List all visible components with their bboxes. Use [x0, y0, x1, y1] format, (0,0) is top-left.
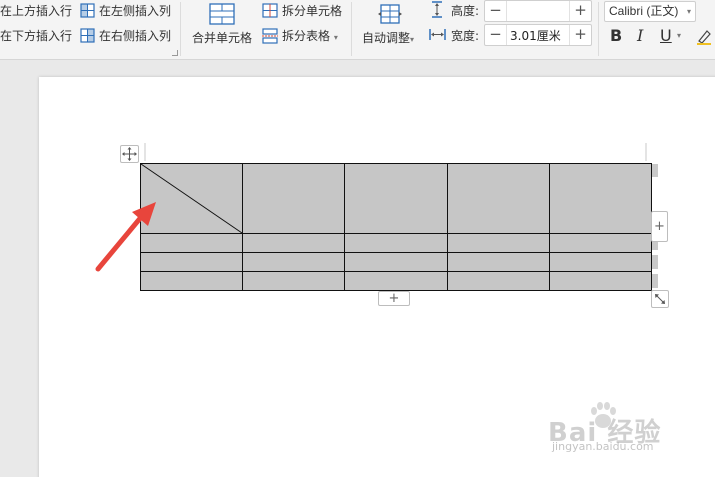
auto-fit-icon [378, 4, 402, 24]
width-label: 宽度: [451, 29, 480, 43]
ribbon-toolbar: 在上方插入行 在下方插入行 在左侧插入列 在右侧插入列 合并单元格 拆分单元格 … [0, 0, 715, 60]
divider [351, 2, 352, 56]
width-stepper[interactable]: − + [484, 24, 592, 46]
height-label: 高度: [451, 4, 480, 18]
font-family-value: Calibri (正文) [609, 4, 679, 18]
table-row [140, 271, 652, 291]
underline-label: U [660, 26, 672, 45]
row-end-marker [652, 274, 658, 288]
bold-button[interactable]: B [610, 27, 622, 45]
height-input[interactable] [508, 2, 568, 20]
table-cell[interactable] [447, 163, 550, 234]
table-cell[interactable] [344, 163, 448, 234]
watermark-url: jingyan.baidu.com [552, 440, 654, 453]
rows-cols-dialog-launcher[interactable] [172, 50, 178, 56]
italic-button[interactable]: I [637, 27, 643, 45]
margin-corner-mark [144, 143, 146, 161]
font-family-select[interactable]: Calibri (正文) ▾ [604, 1, 696, 22]
table-cell[interactable] [447, 271, 550, 291]
split-table-icon [262, 28, 278, 44]
merge-cells-button[interactable]: 合并单元格 [192, 31, 252, 45]
row-end-marker [652, 255, 658, 269]
divider [180, 2, 181, 56]
table-cell[interactable] [242, 233, 345, 253]
width-input[interactable] [508, 26, 568, 44]
insert-column-left-icon [80, 3, 95, 18]
red-arrow-annotation [95, 202, 156, 272]
add-column-button[interactable]: + [651, 211, 668, 242]
height-stepper[interactable]: − + [484, 0, 592, 22]
insert-col-left-button[interactable]: 在左侧插入列 [99, 4, 171, 18]
merge-cells-icon [209, 3, 235, 25]
add-row-button[interactable]: + [378, 291, 410, 306]
table-row [140, 252, 652, 272]
table-cell[interactable] [242, 252, 345, 272]
width-decrease-button[interactable]: − [485, 25, 507, 45]
split-cells-icon [262, 3, 278, 18]
table-cell[interactable] [344, 252, 448, 272]
highlight-pen-icon[interactable] [695, 27, 713, 45]
table-cell[interactable] [242, 163, 345, 234]
height-decrease-button[interactable]: − [485, 1, 507, 21]
insert-column-right-icon [80, 28, 95, 43]
table-cell[interactable] [549, 252, 652, 272]
table-cell[interactable] [549, 233, 652, 253]
table-cell[interactable] [242, 271, 345, 291]
split-table-button[interactable]: 拆分表格 ▾ [282, 29, 338, 45]
chevron-down-icon: ▾ [686, 7, 691, 16]
chevron-down-icon[interactable]: ▾ [677, 29, 681, 43]
row-end-marker [652, 164, 658, 177]
table-cell[interactable] [549, 163, 652, 234]
table-cell[interactable] [447, 233, 550, 253]
table-row [140, 233, 652, 253]
chevron-down-icon: ▾ [333, 33, 338, 42]
move-arrows-icon [122, 147, 137, 161]
auto-fit-label: 自动调整 [362, 31, 411, 45]
table-move-handle[interactable] [120, 145, 139, 163]
table-cell[interactable] [549, 271, 652, 291]
table-cell[interactable] [344, 271, 448, 291]
divider [598, 2, 599, 56]
table-resize-handle[interactable] [651, 290, 669, 308]
split-cells-button[interactable]: 拆分单元格 [282, 4, 342, 18]
column-width-icon [429, 29, 446, 40]
width-increase-button[interactable]: + [569, 25, 591, 45]
row-height-icon [432, 1, 442, 18]
table-cell[interactable] [344, 233, 448, 253]
insert-row-below-button[interactable]: 在下方插入行 [0, 29, 72, 43]
chevron-down-icon: ▾ [410, 35, 415, 44]
height-increase-button[interactable]: + [569, 1, 591, 21]
auto-fit-button[interactable]: 自动调整▾ [362, 31, 414, 47]
split-table-label: 拆分表格 [282, 29, 331, 43]
resize-diagonal-icon [655, 294, 665, 304]
table-cell[interactable] [447, 252, 550, 272]
insert-row-above-button[interactable]: 在上方插入行 [0, 4, 72, 18]
margin-corner-mark [645, 143, 647, 161]
underline-button[interactable]: U [660, 27, 672, 45]
insert-col-right-button[interactable]: 在右侧插入列 [99, 29, 171, 43]
